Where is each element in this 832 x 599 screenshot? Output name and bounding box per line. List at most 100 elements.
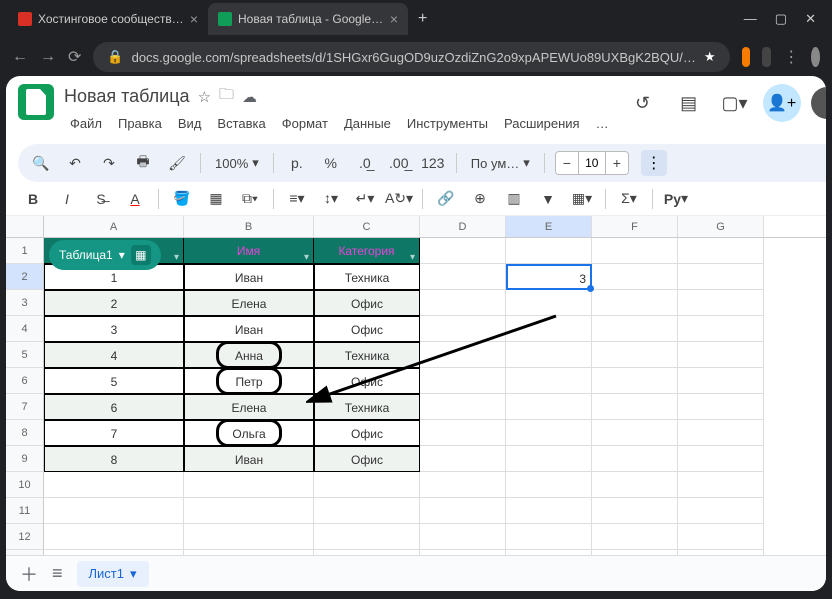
cell[interactable]: Иван <box>184 264 314 290</box>
cell[interactable] <box>506 290 592 316</box>
cell[interactable] <box>420 524 506 550</box>
cell[interactable] <box>592 368 678 394</box>
percent-icon[interactable]: % <box>318 150 344 176</box>
cell[interactable]: 7 <box>44 420 184 446</box>
cell[interactable] <box>506 446 592 472</box>
col-header-d[interactable]: D <box>420 216 506 237</box>
move-icon[interactable]: 🗀 <box>219 84 234 109</box>
minimize-icon[interactable]: ― <box>744 11 757 27</box>
row-header[interactable]: 4 <box>6 316 44 342</box>
cell[interactable]: Иван <box>184 316 314 342</box>
menu-more[interactable]: … <box>590 113 615 134</box>
cell[interactable] <box>678 290 764 316</box>
cell[interactable]: Техника <box>314 394 420 420</box>
cell[interactable]: Петр <box>184 368 314 394</box>
cell[interactable] <box>420 420 506 446</box>
print-icon[interactable]: 🖶 <box>130 150 156 176</box>
cell[interactable] <box>314 498 420 524</box>
menu-extensions[interactable]: Расширения <box>498 113 586 134</box>
extension-icon[interactable] <box>742 47 751 67</box>
cell[interactable] <box>592 290 678 316</box>
cell[interactable] <box>678 498 764 524</box>
reload-icon[interactable]: ⟳ <box>68 47 81 67</box>
row-header[interactable]: 2 <box>6 264 44 290</box>
menu-tools[interactable]: Инструменты <box>401 113 494 134</box>
meet-icon[interactable]: ▢▾ <box>717 85 753 121</box>
cell[interactable]: Елена <box>184 394 314 420</box>
cell[interactable] <box>420 264 506 290</box>
row-header[interactable]: 7 <box>6 394 44 420</box>
comment-icon[interactable]: ⊕ <box>467 186 493 212</box>
cell[interactable] <box>314 524 420 550</box>
cell[interactable]: Офис <box>314 368 420 394</box>
toolbar-overflow-icon[interactable]: ⋮ <box>641 150 667 176</box>
col-header-c[interactable]: C <box>314 216 420 237</box>
col-header-g[interactable]: G <box>678 216 764 237</box>
share-button[interactable]: 👤+ <box>763 84 801 122</box>
menu-insert[interactable]: Вставка <box>211 113 271 134</box>
cell[interactable] <box>506 472 592 498</box>
menu-file[interactable]: Файл <box>64 113 108 134</box>
row-header[interactable]: 11 <box>6 498 44 524</box>
comments-icon[interactable]: ▤ <box>671 85 707 121</box>
cell[interactable]: 8 <box>44 446 184 472</box>
cell[interactable]: Офис <box>314 316 420 342</box>
row-header[interactable]: 3 <box>6 290 44 316</box>
cell[interactable]: Ольга <box>184 420 314 446</box>
sheets-logo-icon[interactable] <box>18 84 54 120</box>
merge-icon[interactable]: ⧉▾ <box>237 186 263 212</box>
star-icon[interactable]: ☆ <box>198 88 211 106</box>
cell[interactable] <box>678 446 764 472</box>
cell[interactable] <box>506 238 592 264</box>
row-header[interactable]: 8 <box>6 420 44 446</box>
cell[interactable] <box>592 264 678 290</box>
back-icon[interactable]: ← <box>12 48 28 66</box>
menu-edit[interactable]: Правка <box>112 113 168 134</box>
lang-icon[interactable]: Ру▾ <box>663 186 689 212</box>
cell[interactable] <box>592 316 678 342</box>
row-header[interactable]: 9 <box>6 446 44 472</box>
cell[interactable] <box>420 446 506 472</box>
decrease-decimal-icon[interactable]: .0̲ <box>352 150 378 176</box>
cell[interactable]: Офис <box>314 446 420 472</box>
cell[interactable] <box>592 342 678 368</box>
menu-format[interactable]: Формат <box>276 113 334 134</box>
cell[interactable] <box>506 550 592 555</box>
cell[interactable]: 5 <box>44 368 184 394</box>
row-header[interactable]: 12 <box>6 524 44 550</box>
cell[interactable] <box>184 550 314 555</box>
history-icon[interactable]: ↺ <box>625 85 661 121</box>
functions-icon[interactable]: Σ▾ <box>616 186 642 212</box>
cell[interactable] <box>592 420 678 446</box>
cell[interactable] <box>592 238 678 264</box>
wrap-icon[interactable]: ↵▾ <box>352 186 378 212</box>
doc-title[interactable]: Новая таблица <box>64 86 190 107</box>
redo-icon[interactable]: ↷ <box>96 150 122 176</box>
cell[interactable] <box>420 238 506 264</box>
cell[interactable]: Техника <box>314 342 420 368</box>
cell[interactable]: Имя▾ <box>184 238 314 264</box>
cell[interactable] <box>506 394 592 420</box>
row-header[interactable]: 10 <box>6 472 44 498</box>
cell[interactable] <box>44 524 184 550</box>
row-header[interactable]: 1 <box>6 238 44 264</box>
increase-font-icon[interactable]: + <box>606 155 628 171</box>
cell[interactable] <box>678 394 764 420</box>
table-chip[interactable]: Таблица1 ▾ ▦ <box>49 240 161 270</box>
browser-tab[interactable]: Хостинговое сообщество «Tim × <box>8 3 208 35</box>
cell[interactable] <box>44 550 184 555</box>
add-sheet-icon[interactable]: ＋ <box>20 561 38 587</box>
text-color-icon[interactable]: A <box>122 186 148 212</box>
cell[interactable]: Категория▾ <box>314 238 420 264</box>
cell[interactable] <box>420 394 506 420</box>
cell[interactable] <box>678 368 764 394</box>
star-icon[interactable]: ★ <box>704 49 716 65</box>
new-tab-button[interactable]: + <box>408 10 437 28</box>
font-size-input[interactable] <box>578 152 606 174</box>
cell[interactable]: Елена <box>184 290 314 316</box>
profile-icon[interactable] <box>811 47 820 67</box>
close-icon[interactable]: × <box>390 11 398 27</box>
cell[interactable] <box>678 238 764 264</box>
cell[interactable] <box>420 472 506 498</box>
cell[interactable] <box>184 524 314 550</box>
